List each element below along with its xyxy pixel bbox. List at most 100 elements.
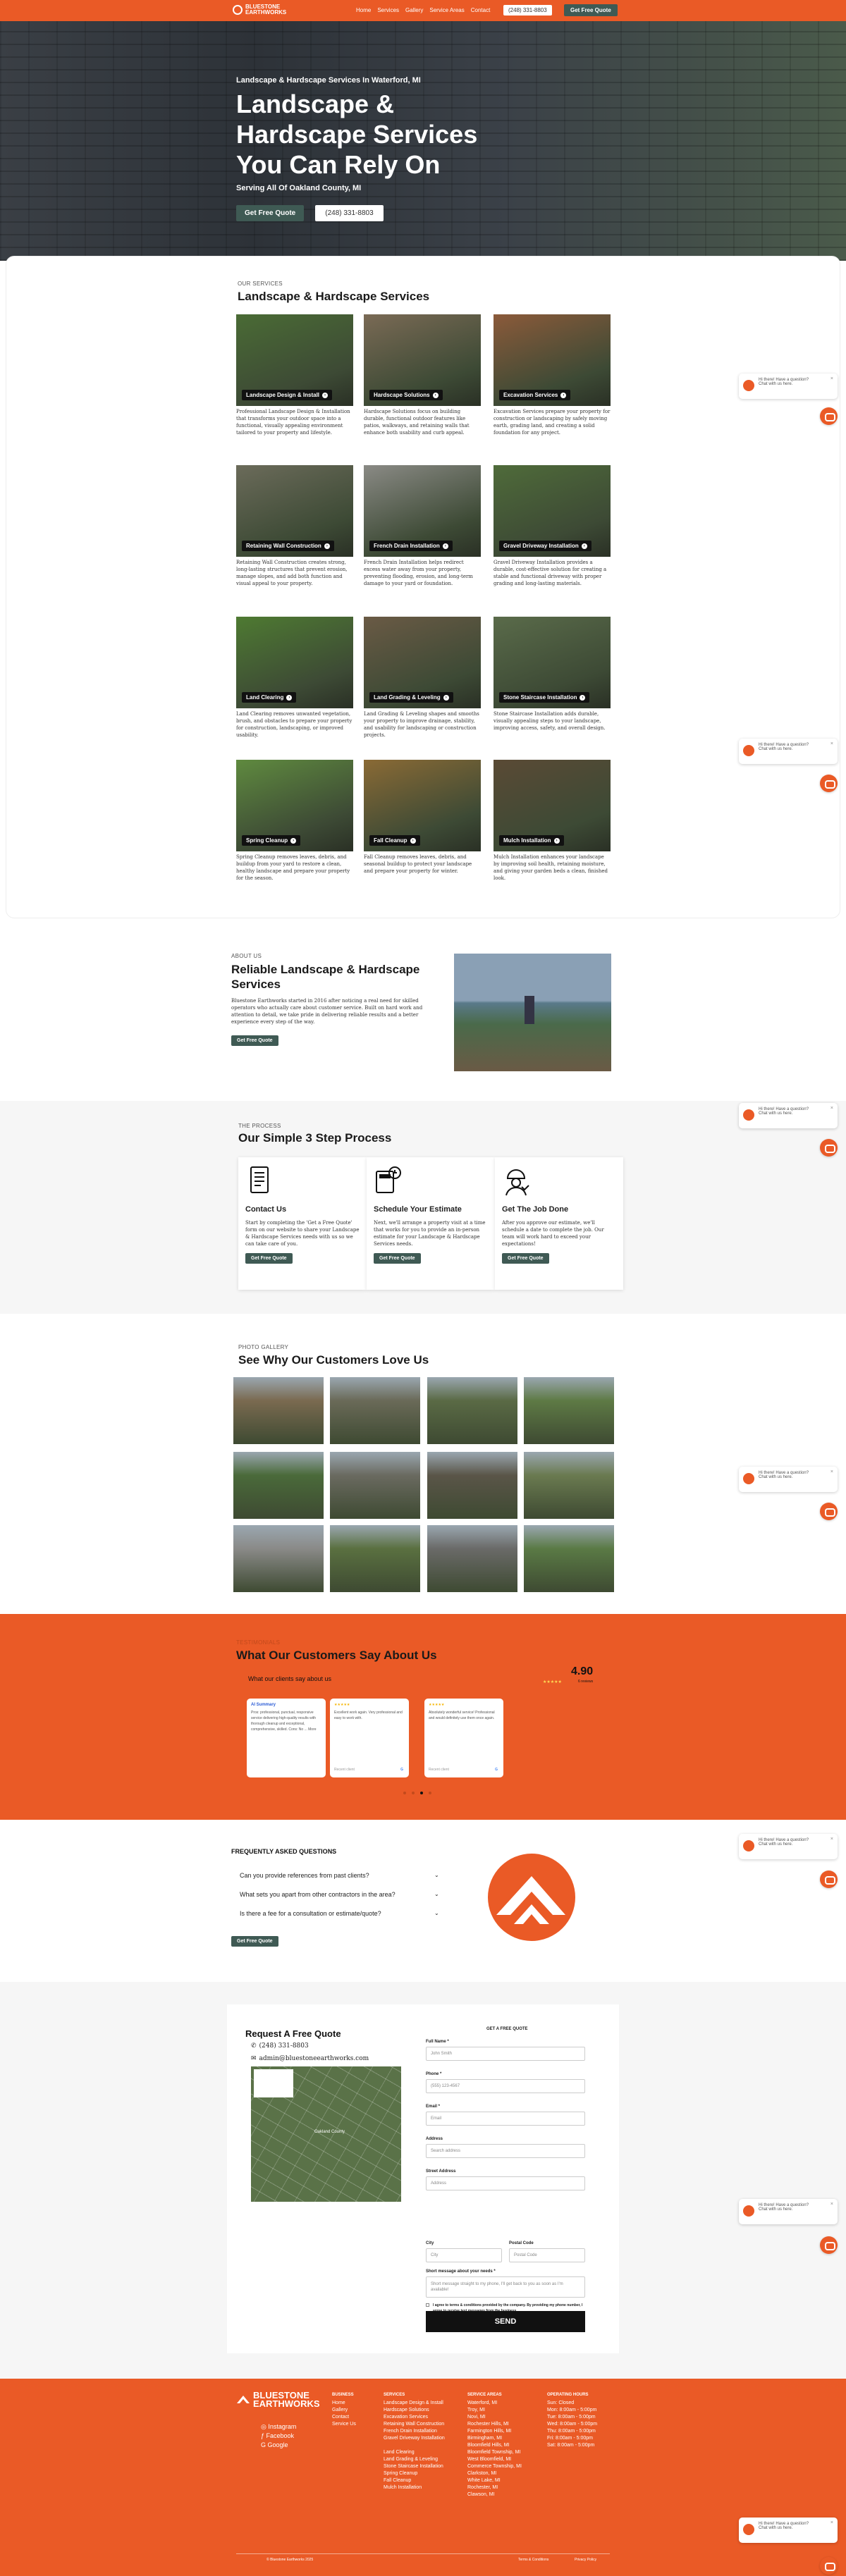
footer-hours-item[interactable]: Wed: 8:00am - 5:00pm <box>547 2421 597 2428</box>
nav-home[interactable]: Home <box>356 7 371 13</box>
close-icon[interactable]: × <box>830 1837 833 1842</box>
footer-hours-item[interactable]: Thu: 8:00am - 5:00pm <box>547 2428 597 2435</box>
service-title-button[interactable]: Fall Cleanup › <box>369 835 420 846</box>
service-card[interactable]: Gravel Driveway Installation › Gravel Driv… <box>494 465 611 587</box>
city-input[interactable]: City <box>426 2248 502 2262</box>
chat-popup[interactable]: × Hi there! Have a question? Chat with us … <box>739 1467 838 1492</box>
chevron-down-icon[interactable]: ⌄ <box>434 1910 439 1916</box>
footer-hours-item[interactable]: Sun: Closed <box>547 2400 597 2407</box>
consent-checkbox[interactable] <box>426 2303 429 2307</box>
gallery-photo[interactable] <box>524 1377 614 1444</box>
close-icon[interactable]: × <box>830 2520 833 2525</box>
hero-phone-button[interactable]: (248) 331-8803 <box>315 205 384 221</box>
gallery-photo[interactable] <box>524 1525 614 1592</box>
gallery-photo[interactable] <box>524 1452 614 1519</box>
carousel-dot[interactable] <box>412 1792 415 1794</box>
footer-service-link[interactable]: Land Grading & Leveling <box>384 2456 445 2463</box>
service-card[interactable]: Excavation Services › Excavation Services … <box>494 314 611 436</box>
footer-hours-item[interactable]: Mon: 8:00am - 5:00pm <box>547 2407 597 2414</box>
close-icon[interactable]: × <box>830 741 833 746</box>
service-title-button[interactable]: Gravel Driveway Installation › <box>499 541 591 551</box>
step-quote-button[interactable]: Get Free Quote <box>374 1253 421 1264</box>
service-title-button[interactable]: Mulch Installation › <box>499 835 564 846</box>
header-phone-button[interactable]: (248) 331-8803 <box>503 5 552 16</box>
ai-summary-card[interactable]: AI Summary Pros: professional, punctual,… <box>247 1699 326 1777</box>
footer-service-link[interactable]: Fall Cleanup <box>384 2477 445 2484</box>
service-title-button[interactable]: Hardscape Solutions › <box>369 390 443 400</box>
send-button[interactable]: SEND <box>426 2311 585 2332</box>
service-title-button[interactable]: Land Clearing › <box>242 692 297 703</box>
service-title-button[interactable]: Retaining Wall Construction › <box>242 541 334 551</box>
footer-area-link[interactable]: Rochester, MI <box>467 2484 522 2491</box>
footer-area-link[interactable]: Birmingham, MI <box>467 2435 522 2442</box>
footer-area-link[interactable]: Commerce Township, MI <box>467 2463 522 2470</box>
service-card[interactable]: Land Clearing › Land Clearing removes unwa… <box>236 617 353 739</box>
service-title-button[interactable]: French Drain Installation › <box>369 541 453 551</box>
footer-service-link[interactable]: Landscape Design & Install <box>384 2400 445 2407</box>
service-title-button[interactable]: Stone Staircase Installation › <box>499 692 590 703</box>
footer-service-link[interactable]: Retaining Wall Construction <box>384 2421 445 2428</box>
footer-area-link[interactable]: Farmington Hills, MI <box>467 2428 522 2435</box>
chat-bubble-icon[interactable] <box>820 2557 838 2575</box>
chat-bubble-icon[interactable] <box>820 2236 838 2254</box>
footer-service-link[interactable]: Hardscape Solutions <box>384 2407 445 2414</box>
footer-service-link[interactable]: Land Clearing <box>384 2449 445 2456</box>
faq-question[interactable]: Can you provide references from past cli… <box>240 1872 369 1879</box>
footer-service-link[interactable]: Stone Staircase Installation <box>384 2463 445 2470</box>
chat-bubble-icon[interactable] <box>820 1503 838 1520</box>
nav-services[interactable]: Services <box>377 7 399 13</box>
step-quote-button[interactable]: Get Free Quote <box>245 1253 293 1264</box>
step-quote-button[interactable]: Get Free Quote <box>502 1253 549 1264</box>
footer-service-link[interactable] <box>384 2442 445 2449</box>
service-card[interactable]: Landscape Design & Install › Professional … <box>236 314 353 436</box>
social-facebook[interactable]: ƒ Facebook <box>261 2432 296 2441</box>
nav-contact[interactable]: Contact <box>471 7 491 13</box>
chat-bubble-icon[interactable] <box>820 1871 838 1888</box>
service-card[interactable]: Stone Staircase Installation › Stone Stair… <box>494 617 611 732</box>
nav-service-areas[interactable]: Service Areas <box>429 7 464 13</box>
social-google[interactable]: G Google <box>261 2441 296 2450</box>
close-icon[interactable]: × <box>830 2202 833 2207</box>
privacy-link[interactable]: Privacy Policy <box>575 2558 596 2562</box>
footer-hours-item[interactable]: Sat: 8:00am - 5:00pm <box>547 2442 597 2449</box>
gallery-photo[interactable] <box>233 1377 324 1444</box>
carousel-dot-active[interactable] <box>420 1792 423 1794</box>
footer-hours-item[interactable]: Tue: 8:00am - 5:00pm <box>547 2414 597 2421</box>
footer-service-link[interactable]: French Drain Installation <box>384 2428 445 2435</box>
chat-popup[interactable]: × Hi there! Have a question? Chat with us … <box>739 1103 838 1128</box>
service-title-button[interactable]: Spring Cleanup › <box>242 835 301 846</box>
chat-popup[interactable]: × Hi there! Have a question? Chat with us … <box>739 2199 838 2224</box>
faq-question[interactable]: Is there a fee for a consultation or est… <box>240 1910 381 1917</box>
chat-popup[interactable]: × Hi there! Have a question? Chat with us … <box>739 739 838 764</box>
gallery-photo[interactable] <box>330 1525 420 1592</box>
gallery-photo[interactable] <box>233 1452 324 1519</box>
footer-area-link[interactable]: White Lake, MI <box>467 2477 522 2484</box>
hero-quote-button[interactable]: Get Free Quote <box>236 205 305 221</box>
footer-area-link[interactable]: Clarkston, MI <box>467 2470 522 2477</box>
review-card[interactable]: ★★★★★ Absolutely wonderful service! Prof… <box>424 1699 503 1777</box>
postal-code-input[interactable]: Postal Code <box>509 2248 585 2262</box>
footer-area-link[interactable]: Waterford, MI <box>467 2400 522 2407</box>
footer-link[interactable]: Home <box>332 2400 356 2407</box>
footer-service-link[interactable]: Gravel Driveway Installation <box>384 2435 445 2442</box>
footer-area-link[interactable]: Clawson, MI <box>467 2491 522 2498</box>
phone-input[interactable]: (555) 123-4567 <box>426 2079 585 2093</box>
footer-area-link[interactable]: West Bloomfield, MI <box>467 2456 522 2463</box>
footer-area-link[interactable]: Bloomfield Township, MI <box>467 2449 522 2456</box>
gallery-photo[interactable] <box>330 1452 420 1519</box>
chat-popup[interactable]: × Hi there! Have a question? Chat with us … <box>739 1834 838 1859</box>
map-widget[interactable]: Oakland County <box>251 2066 401 2202</box>
service-title-button[interactable]: Land Grading & Leveling › <box>369 692 453 703</box>
footer-service-link[interactable]: Mulch Installation <box>384 2484 445 2491</box>
service-title-button[interactable]: Excavation Services › <box>499 390 571 400</box>
footer-link[interactable]: Gallery <box>332 2407 356 2414</box>
message-textarea[interactable]: Short message straight to my phone, I'll… <box>426 2276 585 2298</box>
nav-gallery[interactable]: Gallery <box>405 7 423 13</box>
gallery-photo[interactable] <box>330 1377 420 1444</box>
service-card[interactable]: Retaining Wall Construction › Retaining Wa… <box>236 465 353 587</box>
service-card[interactable]: Fall Cleanup › Fall Cleanup removes leaves… <box>364 760 481 875</box>
email-input[interactable]: Email <box>426 2112 585 2126</box>
footer-area-link[interactable]: Rochester Hills, MI <box>467 2421 522 2428</box>
service-card[interactable]: Hardscape Solutions › Hardscape Solutions … <box>364 314 481 436</box>
close-icon[interactable]: × <box>830 1469 833 1474</box>
